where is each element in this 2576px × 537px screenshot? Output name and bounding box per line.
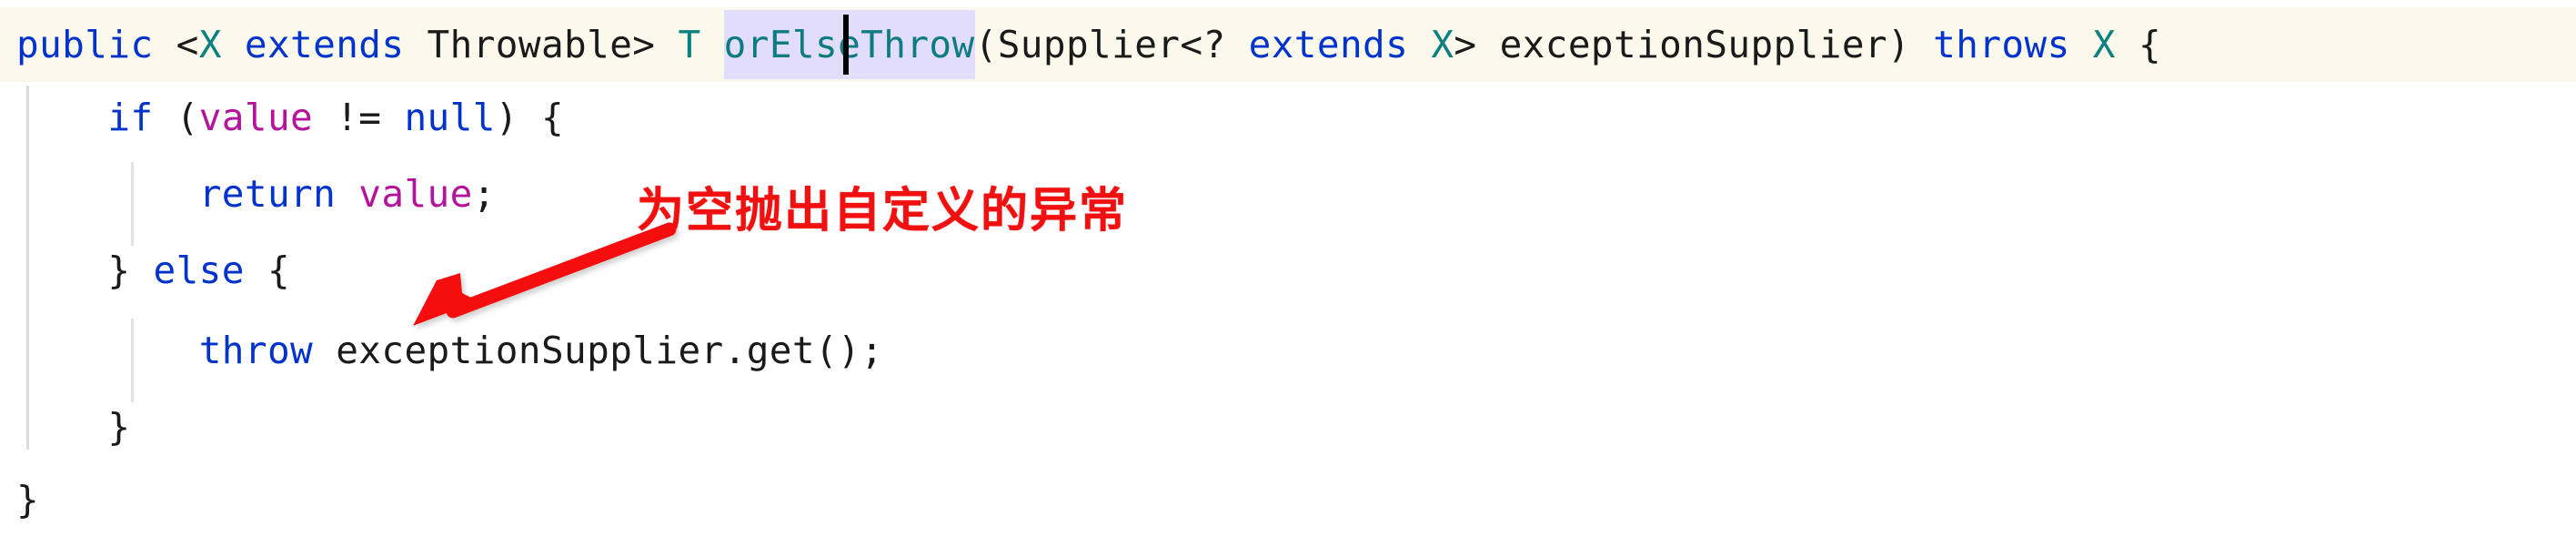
token-keyword-null: null [404, 96, 496, 139]
token-return-type-t: T [678, 23, 701, 66]
token-indent-3 [16, 172, 199, 216]
token-keyword-throws: throws [1933, 23, 2070, 66]
token-brace-close-6: } [107, 405, 131, 449]
token-keyword-extends-2: extends [1248, 23, 1409, 66]
token-space-1 [222, 23, 245, 66]
token-brace-open-2: ) { [495, 96, 565, 139]
token-space-3 [1408, 23, 1431, 66]
token-indent-6 [16, 405, 107, 449]
code-line-6[interactable]: } [16, 390, 130, 464]
token-keyword-if: if [107, 96, 154, 139]
token-param-exceptionsupplier: > exceptionSupplier) [1454, 23, 1934, 66]
code-line-2[interactable]: if (value != null) { [16, 80, 564, 155]
token-type-param-x: X [198, 23, 222, 66]
token-indent-4 [16, 248, 107, 292]
token-space-5 [336, 172, 358, 216]
token-semicolon-3: ; [472, 172, 496, 216]
token-space-4 [2070, 23, 2093, 66]
token-keyword-extends-1: extends [244, 23, 405, 66]
token-params-open: (Supplier<? [974, 23, 1249, 66]
token-type-throwable: Throwable> [404, 23, 679, 66]
token-type-bound-x: X [1431, 23, 1454, 66]
annotation-label: 为空抛出自定义的异常 [637, 184, 1129, 238]
token-punct-generic-open: < [153, 23, 199, 66]
token-keyword-public: public [16, 23, 154, 66]
token-brace-close-7: } [16, 478, 40, 522]
code-line-3[interactable]: return value; [16, 157, 496, 231]
code-editor-view[interactable]: public <X extends Throwable> T orElseThr… [0, 0, 2576, 533]
token-brace-open-4: { [244, 248, 291, 292]
token-field-value-2: value [358, 172, 473, 216]
token-brace-open-1: { [2115, 23, 2162, 66]
token-field-value-1: value [198, 96, 314, 139]
token-throws-type-x: X [2092, 23, 2116, 66]
text-caret [843, 15, 849, 75]
token-method-name-orelsethrow[interactable]: orElseThrow [723, 10, 975, 79]
token-indent-2 [16, 96, 107, 139]
token-keyword-throw: throw [198, 329, 314, 372]
token-space-2 [701, 23, 724, 66]
code-line-7[interactable]: } [16, 462, 39, 537]
token-keyword-return: return [198, 172, 337, 216]
token-indent-5 [16, 329, 199, 372]
code-line-5[interactable]: throw exceptionSupplier.get(); [16, 313, 883, 388]
token-keyword-else: else [153, 248, 245, 292]
token-paren-open-2: ( [153, 96, 199, 139]
token-operator-not-equal: != [313, 96, 405, 139]
token-brace-close-4: } [107, 248, 154, 292]
token-expr-exceptionsupplier-get: exceptionSupplier.get(); [313, 329, 884, 372]
code-line-4[interactable]: } else { [16, 233, 290, 308]
code-line-1[interactable]: public <X extends Throwable> T orElseThr… [16, 7, 2161, 82]
